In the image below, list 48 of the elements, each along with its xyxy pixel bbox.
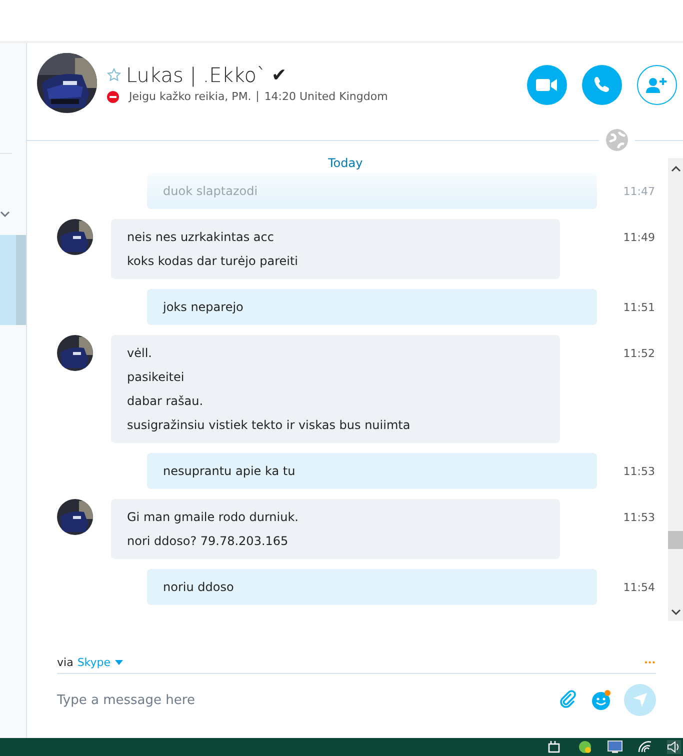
message-time: 11:53 [622,464,655,478]
video-camera-icon [536,78,558,92]
message-time: 11:53 [622,510,655,524]
sent-message: duok slaptazodi [147,173,597,209]
message-input[interactable]: Type a message here [57,692,546,708]
message-time: 11:54 [622,580,655,594]
received-message: vėll. pasikeitei dabar rašau. susigražinsiu vistiek tekto ir viskas bus nuiimta [111,335,560,443]
tray-app-icon[interactable] [577,740,593,754]
contact-avatar [57,335,93,371]
send-button[interactable] [624,684,656,716]
sent-message: joks neparejo [147,289,597,325]
call-button[interactable] [582,65,622,105]
scrollbar-thumb[interactable] [668,531,683,549]
emoji-icon[interactable] [590,689,612,711]
message-time: 11:47 [622,184,655,198]
verified-mark: ✔ [272,64,287,86]
more-button[interactable]: ••• [644,658,656,667]
via-label: via [57,656,74,669]
paperclip-icon[interactable] [558,690,578,710]
globe-icon[interactable] [605,128,629,152]
monitor-icon[interactable] [607,740,623,754]
send-icon [632,692,648,708]
contact-avatar [57,219,93,255]
add-contact-button[interactable] [637,65,677,105]
wifi-icon[interactable] [637,740,653,754]
contact-name: Lukas | .Ekko` [126,63,267,87]
message-time: 11:52 [622,346,655,360]
mood-message: Jeigu kažko reikia, PM. [129,90,252,103]
received-message: Gi man gmaile rodo durniuk. nori ddoso? 79.78.203.165 [111,499,560,559]
busy-status-icon [107,90,119,102]
scroll-up-icon[interactable] [670,166,680,172]
add-person-icon [646,77,668,93]
contact-avatar [57,499,93,535]
sent-message: noriu ddoso [147,569,597,605]
received-message: neis nes uzrkakintas acc koks kodas dar turėjo pareiti [111,219,560,279]
message-time: 11:51 [622,300,655,314]
phone-icon [593,76,611,94]
local-time: 14:20 United Kingdom [264,90,388,103]
message-time: 11:49 [622,230,655,244]
video-call-button[interactable] [527,65,567,105]
chevron-down-icon[interactable] [0,211,10,217]
date-separator: Today [328,156,363,170]
speaker-icon[interactable] [667,740,681,754]
star-icon[interactable] [107,68,121,82]
caret-icon [114,660,123,665]
scroll-down-icon[interactable] [670,609,680,615]
service-dropdown[interactable]: Skype [77,656,123,669]
sent-message: nesuprantu apie ka tu [147,453,597,489]
